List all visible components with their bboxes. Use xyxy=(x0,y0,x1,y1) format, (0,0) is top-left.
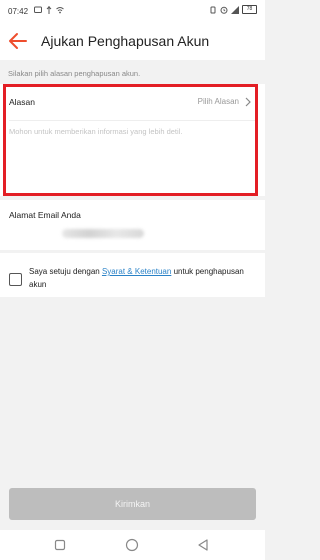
recent-apps-icon[interactable] xyxy=(53,538,67,552)
reason-label: Alasan xyxy=(9,97,35,107)
reason-value: Pilih Alasan xyxy=(197,97,239,106)
status-right-icons: 78 xyxy=(209,5,257,14)
consent-card: Saya setuju dengan Syarat & Ketentuan un… xyxy=(0,253,265,297)
submit-area: Kirimkan xyxy=(0,482,265,530)
status-bar: 07:42 78 xyxy=(0,0,265,22)
signal-icon xyxy=(231,5,239,14)
reason-selector[interactable]: Alasan Pilih Alasan xyxy=(0,84,265,120)
consent-checkbox[interactable] xyxy=(9,273,22,286)
terms-link[interactable]: Syarat & Ketentuan xyxy=(102,267,171,276)
message-notification-icon xyxy=(34,6,42,13)
system-nav-bar xyxy=(0,530,265,560)
page-title: Ajukan Penghapusan Akun xyxy=(41,33,210,49)
app-header: Ajukan Penghapusan Akun xyxy=(0,22,265,60)
usb-icon xyxy=(46,6,52,14)
submit-button[interactable]: Kirimkan xyxy=(9,488,256,520)
consent-prefix: Saya setuju dengan xyxy=(29,267,102,276)
home-icon[interactable] xyxy=(125,538,139,552)
reason-card: Alasan Pilih Alasan xyxy=(0,84,265,196)
back-arrow-icon[interactable] xyxy=(8,32,28,50)
nav-back-icon[interactable] xyxy=(196,538,210,552)
email-value-redacted xyxy=(62,229,144,238)
wifi-icon xyxy=(56,7,64,14)
email-card: Alamat Email Anda xyxy=(0,200,265,250)
instruction-text: Silakan pilih alasan penghapusan akun. xyxy=(8,69,141,78)
email-label: Alamat Email Anda xyxy=(9,210,81,220)
divider xyxy=(9,120,256,121)
status-time: 07:42 xyxy=(8,7,29,16)
chevron-right-icon xyxy=(245,97,251,107)
alarm-icon xyxy=(220,6,228,14)
battery-icon: 78 xyxy=(242,5,257,14)
status-left-icons xyxy=(34,6,64,14)
reason-details-input[interactable] xyxy=(9,124,253,193)
consent-text: Saya setuju dengan Syarat & Ketentuan un… xyxy=(29,265,254,291)
vibrate-icon xyxy=(210,6,216,13)
